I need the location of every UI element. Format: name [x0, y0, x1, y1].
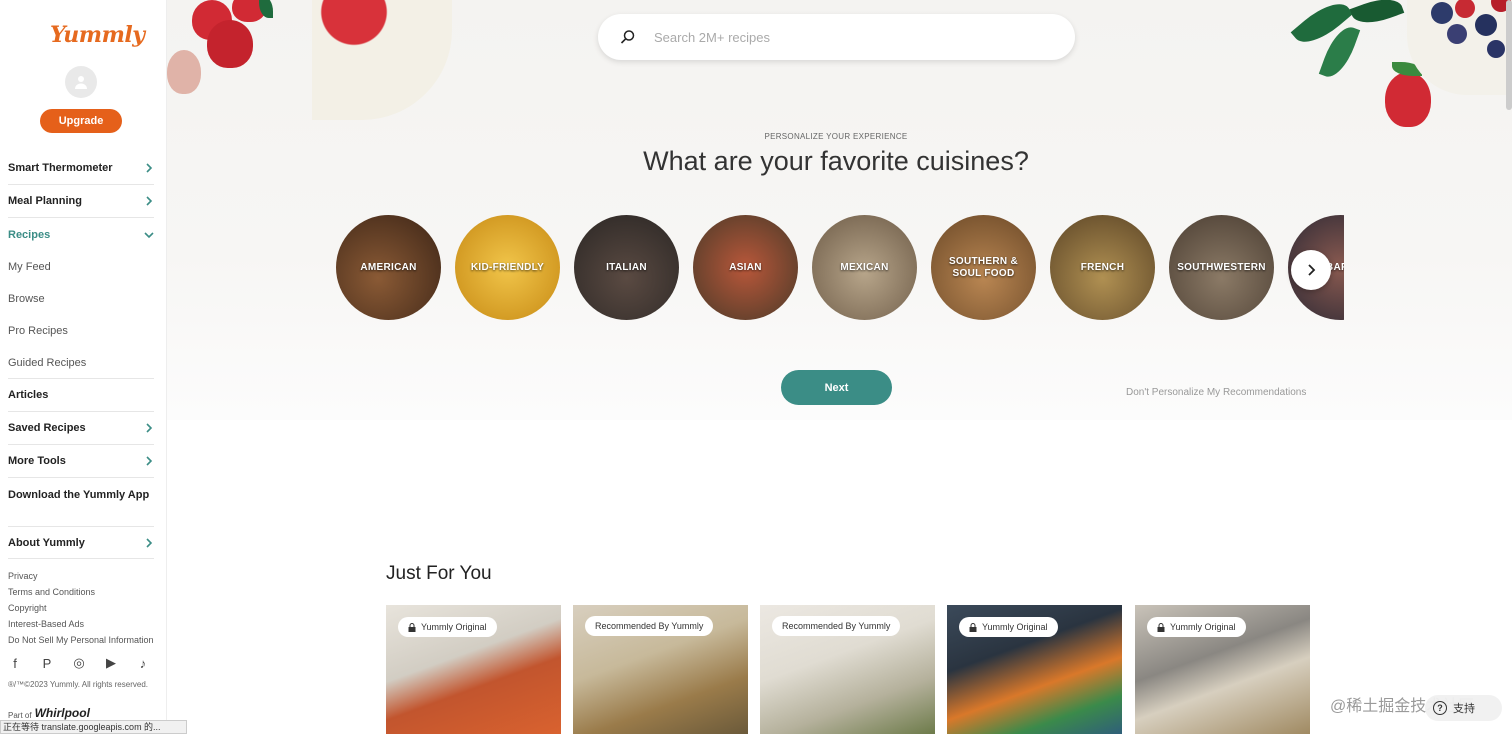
cuisine-carousel: AMERICAN KID-FRIENDLY ITALIAN ASIAN MEXI…	[336, 215, 1344, 323]
help-button[interactable]: ? 支持	[1425, 695, 1502, 721]
recipe-card[interactable]: Yummly Original	[1135, 605, 1310, 734]
carousel-next-button[interactable]	[1291, 250, 1331, 290]
sidebar-subitem-browse[interactable]: Browse	[8, 283, 154, 315]
chevron-right-icon	[146, 456, 153, 466]
sidebar-item-label: About Yummly	[8, 536, 85, 549]
recipe-badge-label: Yummly Original	[421, 622, 487, 632]
sidebar-item-about[interactable]: About Yummly	[8, 526, 154, 559]
instagram-icon[interactable]: ◎	[72, 655, 86, 671]
sidebar-item-label: Saved Recipes	[8, 422, 86, 434]
recipe-card[interactable]: Yummly Original	[947, 605, 1122, 734]
sidebar-item-meal-planning[interactable]: Meal Planning	[8, 185, 154, 218]
sidebar-nav: Smart Thermometer Meal Planning Recipes …	[8, 152, 154, 511]
cuisine-american[interactable]: AMERICAN	[336, 215, 441, 320]
sidebar-item-articles[interactable]: Articles	[8, 379, 154, 412]
yummly-logo[interactable]: Yummly	[50, 22, 145, 48]
recipe-badge-label: Recommended By Yummly	[782, 621, 891, 631]
sidebar-item-recipes[interactable]: Recipes	[8, 218, 154, 251]
recipe-card[interactable]: Recommended By Yummly	[760, 605, 935, 734]
cuisine-french[interactable]: FRENCH	[1050, 215, 1155, 320]
lock-icon	[408, 622, 416, 632]
sidebar-item-label: Download the Yummly App	[8, 488, 150, 501]
sidebar-item-more-tools[interactable]: More Tools	[8, 445, 154, 478]
sidebar-item-label: Articles	[8, 389, 49, 401]
user-icon	[75, 76, 87, 89]
sidebar-item-smart-thermometer[interactable]: Smart Thermometer	[8, 152, 154, 185]
help-label: 支持	[1453, 703, 1475, 715]
cuisine-mexican[interactable]: MEXICAN	[812, 215, 917, 320]
skip-personalize-link[interactable]: Don't Personalize My Recommendations	[1126, 387, 1306, 398]
whirlpool-logo[interactable]: Whirlpool	[35, 706, 90, 720]
recipe-badge: Yummly Original	[398, 617, 497, 637]
youtube-icon[interactable]: ▶	[104, 655, 118, 671]
terms-link[interactable]: Terms and Conditions	[8, 586, 164, 602]
question-icon: ?	[1433, 701, 1447, 715]
privacy-link[interactable]: Privacy	[8, 570, 164, 586]
sidebar-item-saved-recipes[interactable]: Saved Recipes	[8, 412, 154, 445]
strawberry-image	[1385, 72, 1431, 127]
recipe-card[interactable]: Yummly Original	[386, 605, 561, 734]
sidebar-subitem-guided-recipes[interactable]: Guided Recipes	[8, 347, 154, 379]
sidebar: Yummly Upgrade Smart Thermometer Meal Pl…	[0, 0, 167, 734]
search-input[interactable]	[654, 29, 1034, 45]
page-scrollbar[interactable]	[1506, 0, 1512, 110]
recipe-badge: Yummly Original	[1147, 617, 1246, 637]
page-title: What are your favorite cuisines?	[643, 146, 1029, 176]
footer-links: Privacy Terms and Conditions Copyright I…	[8, 570, 164, 650]
sidebar-subitem-pro-recipes[interactable]: Pro Recipes	[8, 315, 154, 347]
cuisine-kid-friendly[interactable]: KID-FRIENDLY	[455, 215, 560, 320]
sidebar-item-label: More Tools	[8, 455, 66, 467]
copyright-text: ®/™©2023 Yummly. All rights reserved.	[8, 680, 148, 689]
part-of-whirlpool: Part of Whirlpool	[8, 706, 90, 720]
strawberry-plate-image	[312, 0, 452, 120]
recipe-badge-label: Yummly Original	[1170, 622, 1236, 632]
sidebar-item-label: Smart Thermometer	[8, 162, 113, 174]
chevron-right-icon	[146, 423, 153, 433]
search-icon	[620, 30, 635, 44]
recipe-badge: Yummly Original	[959, 617, 1058, 637]
chevron-down-icon	[144, 231, 154, 238]
part-of-label: Part of	[8, 711, 32, 720]
cuisine-southern-soul-food[interactable]: SOUTHERN & SOUL FOOD	[931, 215, 1036, 320]
pinterest-icon[interactable]: P	[40, 656, 54, 671]
chevron-right-icon	[146, 537, 153, 548]
cuisine-southwestern[interactable]: SOUTHWESTERN	[1169, 215, 1274, 320]
lock-icon	[1157, 622, 1165, 632]
recipe-card[interactable]: Recommended By Yummly	[573, 605, 748, 734]
cuisine-italian[interactable]: ITALIAN	[574, 215, 679, 320]
sidebar-item-download-app[interactable]: Download the Yummly App	[8, 478, 154, 511]
recipe-badge-label: Yummly Original	[982, 622, 1048, 632]
browser-status-bar: 正在等待 translate.googleapis.com 的...	[0, 720, 187, 734]
chevron-right-icon	[1308, 264, 1316, 276]
recipe-badge-label: Recommended By Yummly	[595, 621, 704, 631]
interest-ads-link[interactable]: Interest-Based Ads	[8, 618, 164, 634]
copyright-link[interactable]: Copyright	[8, 602, 164, 618]
chevron-right-icon	[146, 163, 153, 173]
social-links: f P ◎ ▶ ♪	[8, 655, 150, 671]
upgrade-button[interactable]: Upgrade	[40, 109, 122, 133]
recipe-badge: Recommended By Yummly	[772, 616, 901, 636]
next-button[interactable]: Next	[781, 370, 892, 405]
personalize-eyebrow: PERSONALIZE YOUR EXPERIENCE	[764, 132, 908, 141]
chevron-right-icon	[146, 196, 153, 206]
section-title: Just For You	[386, 563, 492, 584]
tiktok-icon[interactable]: ♪	[136, 656, 150, 671]
sidebar-subitem-my-feed[interactable]: My Feed	[8, 251, 154, 283]
cuisine-asian[interactable]: ASIAN	[693, 215, 798, 320]
sidebar-item-label: Meal Planning	[8, 195, 82, 207]
recipe-badge: Recommended By Yummly	[585, 616, 714, 636]
avatar[interactable]	[65, 66, 97, 98]
hero-banner	[167, 0, 1512, 420]
do-not-sell-link[interactable]: Do Not Sell My Personal Information	[8, 634, 164, 650]
sidebar-item-label: Recipes	[8, 228, 51, 241]
search-bar[interactable]	[598, 14, 1075, 60]
facebook-icon[interactable]: f	[8, 656, 22, 671]
lock-icon	[969, 622, 977, 632]
